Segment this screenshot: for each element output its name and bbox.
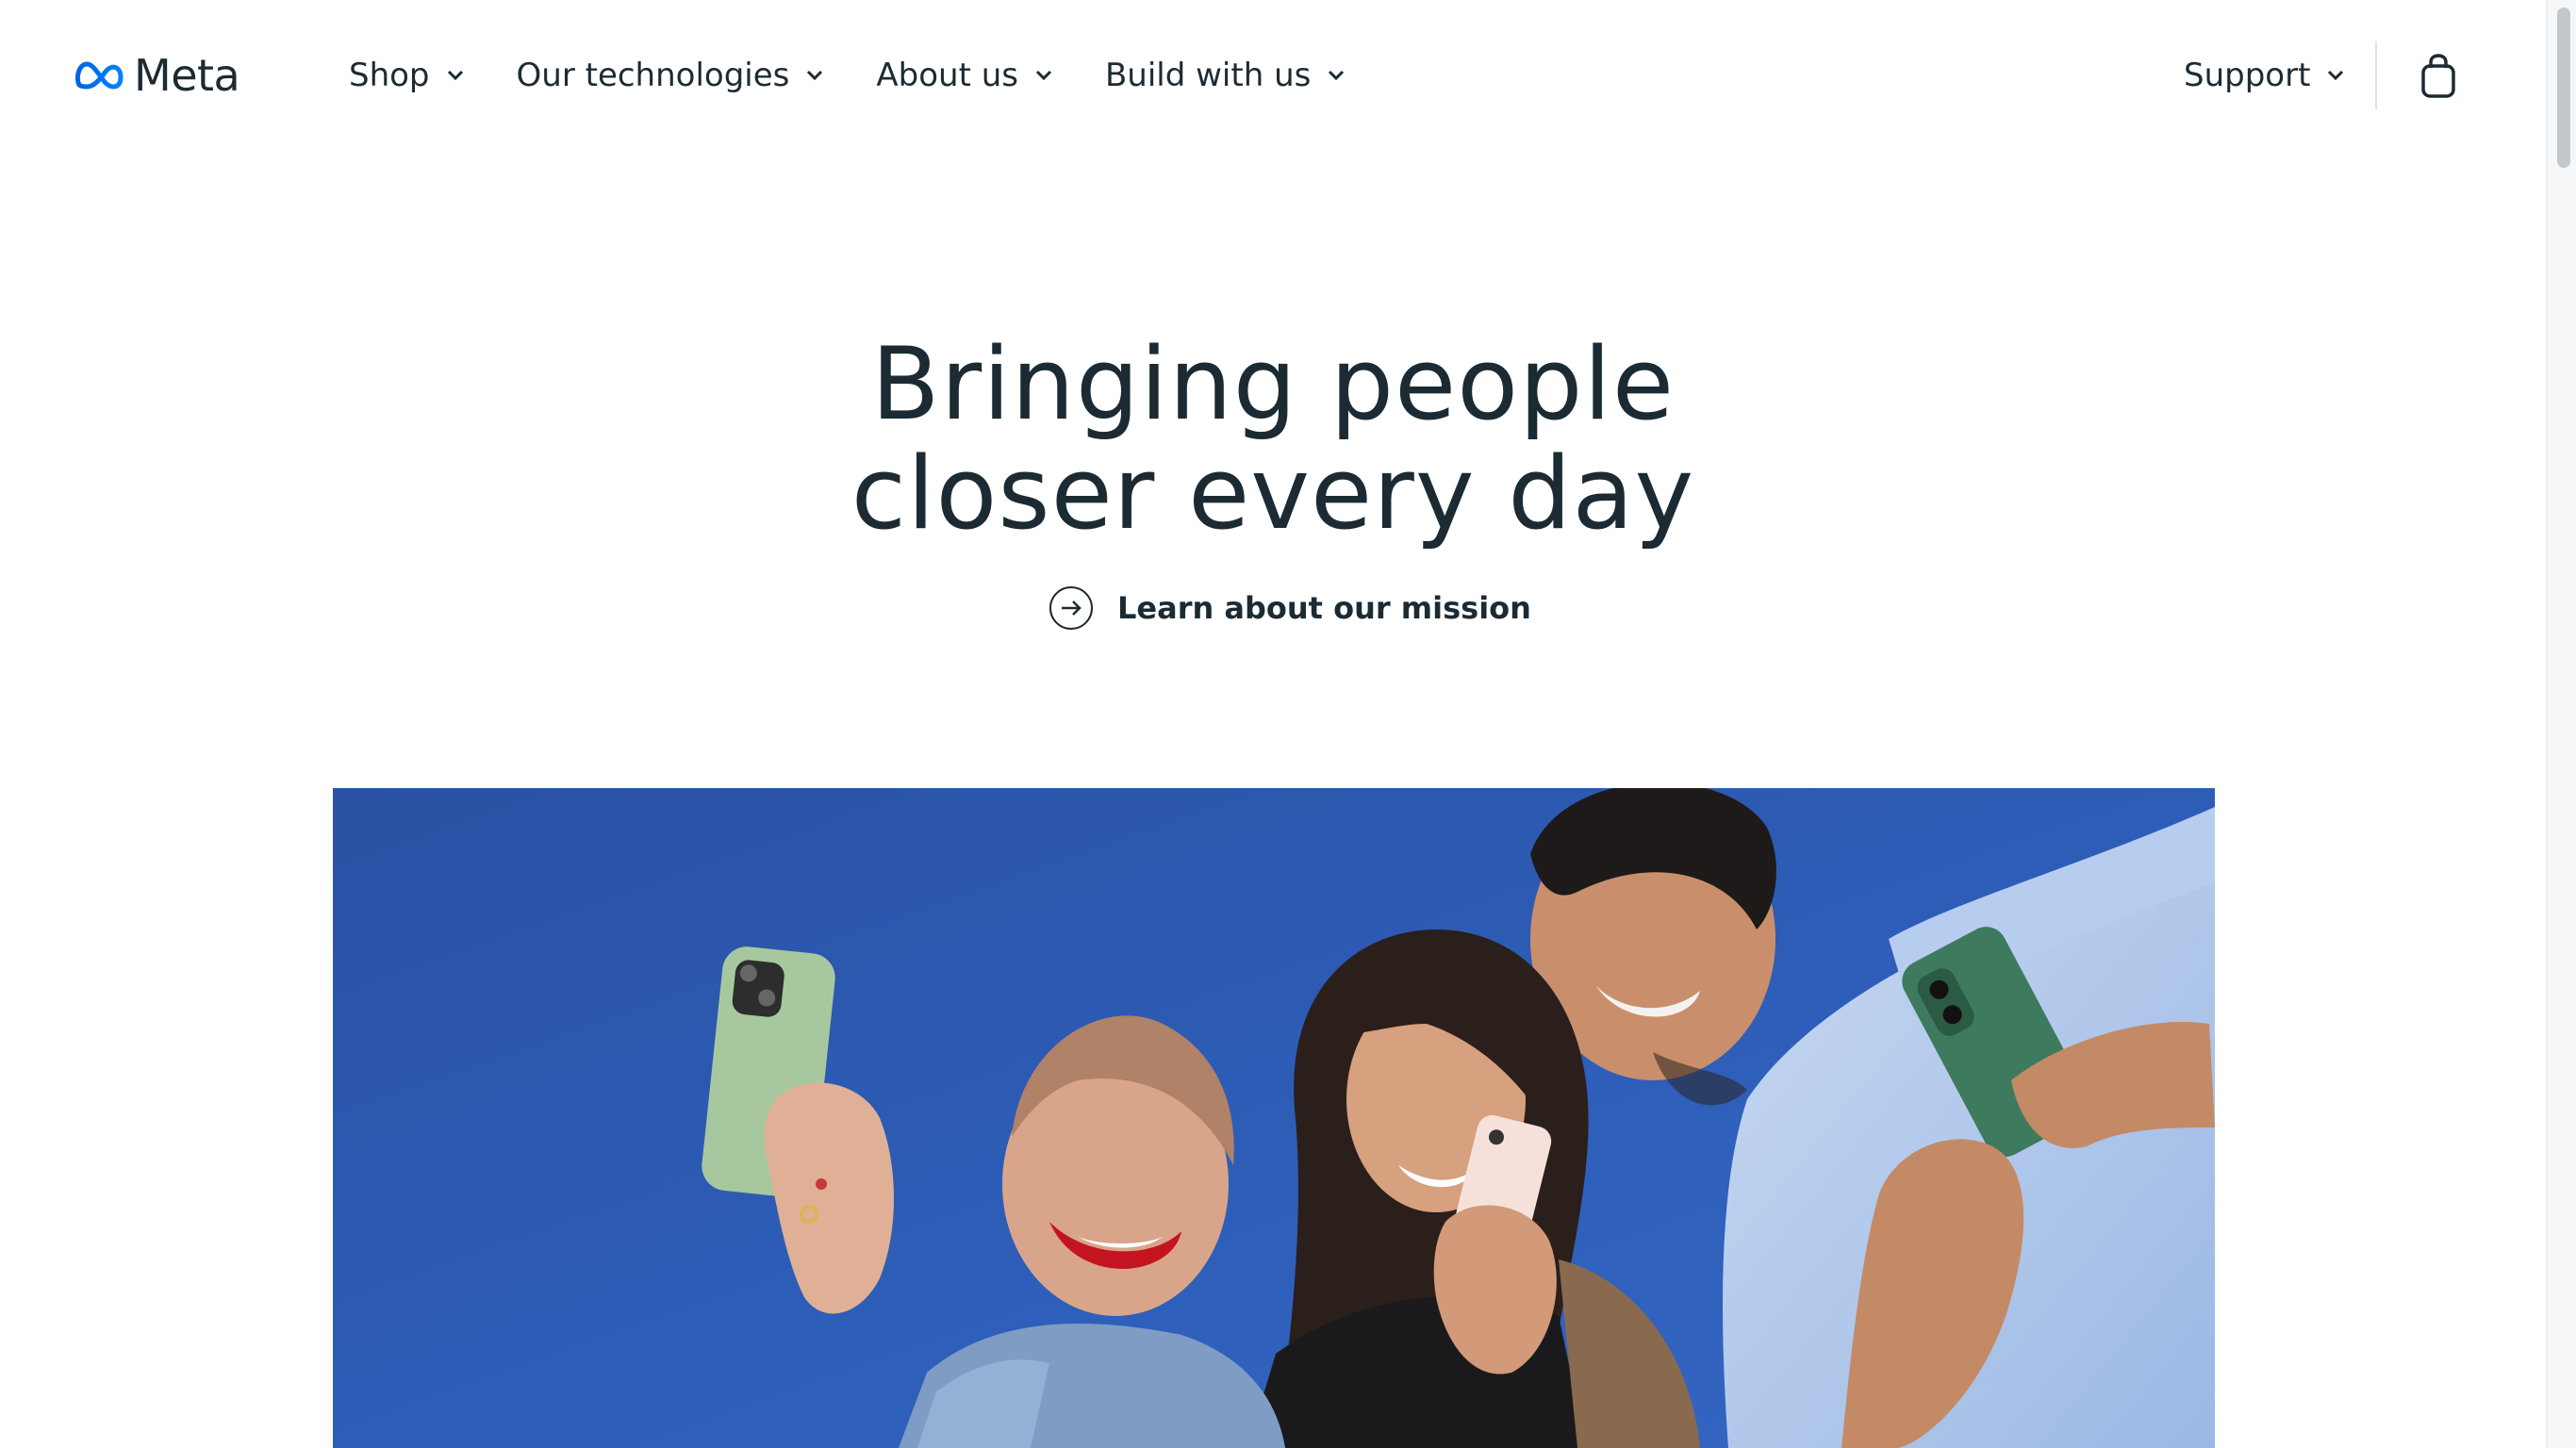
shopping-bag-icon [2421, 54, 2455, 98]
cart-button[interactable] [2419, 53, 2457, 98]
hero-image [333, 788, 2215, 1448]
nav-about-us[interactable]: About us [876, 57, 1052, 94]
nav-our-technologies-label: Our technologies [516, 57, 790, 94]
hero-title: Bringing people closer every day [0, 330, 2546, 549]
nav-about-us-label: About us [876, 57, 1018, 94]
chevron-down-icon [1329, 70, 1345, 81]
nav-shop[interactable]: Shop [349, 57, 464, 94]
page: Meta Shop Our technologies About us Buil… [0, 0, 2576, 1448]
nav-support[interactable]: Support [2184, 49, 2344, 102]
brand-name: Meta [134, 50, 240, 101]
nav-build-with-us[interactable]: Build with us [1105, 57, 1345, 94]
scrollbar-thumb[interactable] [2557, 8, 2570, 168]
nav-support-label: Support [2184, 57, 2311, 94]
chevron-down-icon [807, 70, 823, 81]
main-nav: Shop Our technologies About us Build wit… [349, 49, 1345, 102]
page-scrollbar[interactable] [2546, 0, 2576, 1448]
hero-title-line-2: closer every day [850, 436, 1695, 551]
nav-shop-label: Shop [349, 57, 430, 94]
meta-infinity-logo-icon [74, 61, 124, 90]
hero-title-line-1: Bringing people [870, 326, 1676, 442]
chevron-down-icon [447, 70, 463, 81]
chevron-down-icon [2328, 70, 2344, 81]
hero-photo-illustration [333, 788, 2215, 1448]
learn-mission-link[interactable]: Learn about our mission [1049, 584, 1531, 632]
meta-logo[interactable]: Meta [74, 47, 240, 104]
learn-mission-label: Learn about our mission [1117, 590, 1531, 626]
header-divider [2375, 41, 2377, 109]
arrow-right-circle-icon [1049, 586, 1093, 630]
nav-build-with-us-label: Build with us [1104, 57, 1312, 94]
chevron-down-icon [1035, 70, 1052, 81]
site-header: Meta Shop Our technologies About us Buil… [0, 0, 2546, 151]
nav-our-technologies[interactable]: Our technologies [517, 57, 824, 94]
